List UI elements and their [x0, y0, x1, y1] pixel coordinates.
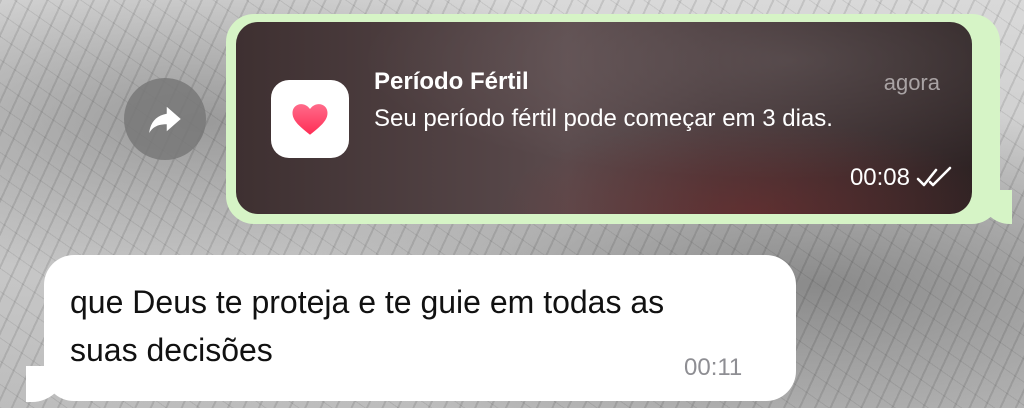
received-message-time: 00:11 — [684, 354, 743, 381]
health-app-icon — [271, 80, 349, 158]
notification-title: Período Fértil — [374, 68, 529, 95]
notification-screenshot[interactable]: Período Fértil agora Seu período fértil … — [236, 22, 972, 214]
forward-button[interactable] — [124, 78, 206, 160]
notification-body: Seu período fértil pode começar em 3 dia… — [374, 105, 833, 132]
forward-arrow-icon — [149, 106, 181, 133]
sent-message-meta: 00:08 — [850, 164, 954, 192]
double-check-icon — [916, 166, 952, 187]
received-message-text: que Deus te proteja e te guie em todas a… — [70, 284, 665, 368]
heart-icon — [292, 104, 328, 135]
sent-message-time: 00:08 — [849, 164, 910, 191]
notification-time: agora — [883, 70, 940, 95]
